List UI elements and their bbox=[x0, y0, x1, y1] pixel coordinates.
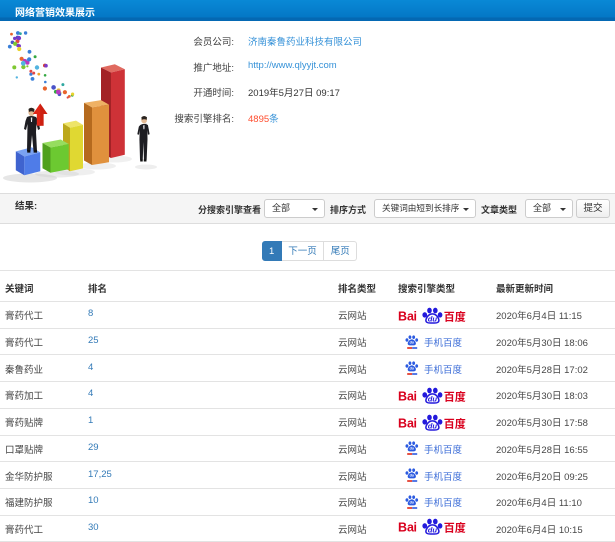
svg-text:du: du bbox=[428, 526, 438, 535]
svg-text:Bai: Bai bbox=[398, 521, 417, 535]
svg-text:百度: 百度 bbox=[444, 415, 466, 431]
svg-text:du: du bbox=[410, 500, 415, 504]
svg-text:Bai: Bai bbox=[398, 416, 417, 430]
svg-text:Bai: Bai bbox=[398, 389, 417, 403]
svg-text:百度: 百度 bbox=[444, 520, 466, 536]
svg-text:du: du bbox=[428, 315, 438, 324]
svg-text:du: du bbox=[410, 474, 415, 478]
svg-text:百度: 百度 bbox=[444, 388, 466, 404]
svg-text:du: du bbox=[410, 340, 415, 344]
svg-text:du: du bbox=[410, 367, 415, 371]
svg-text:Bai: Bai bbox=[398, 309, 417, 323]
svg-text:百度: 百度 bbox=[444, 308, 466, 324]
svg-text:du: du bbox=[428, 421, 438, 430]
svg-text:du: du bbox=[428, 395, 438, 404]
svg-text:du: du bbox=[410, 447, 415, 451]
